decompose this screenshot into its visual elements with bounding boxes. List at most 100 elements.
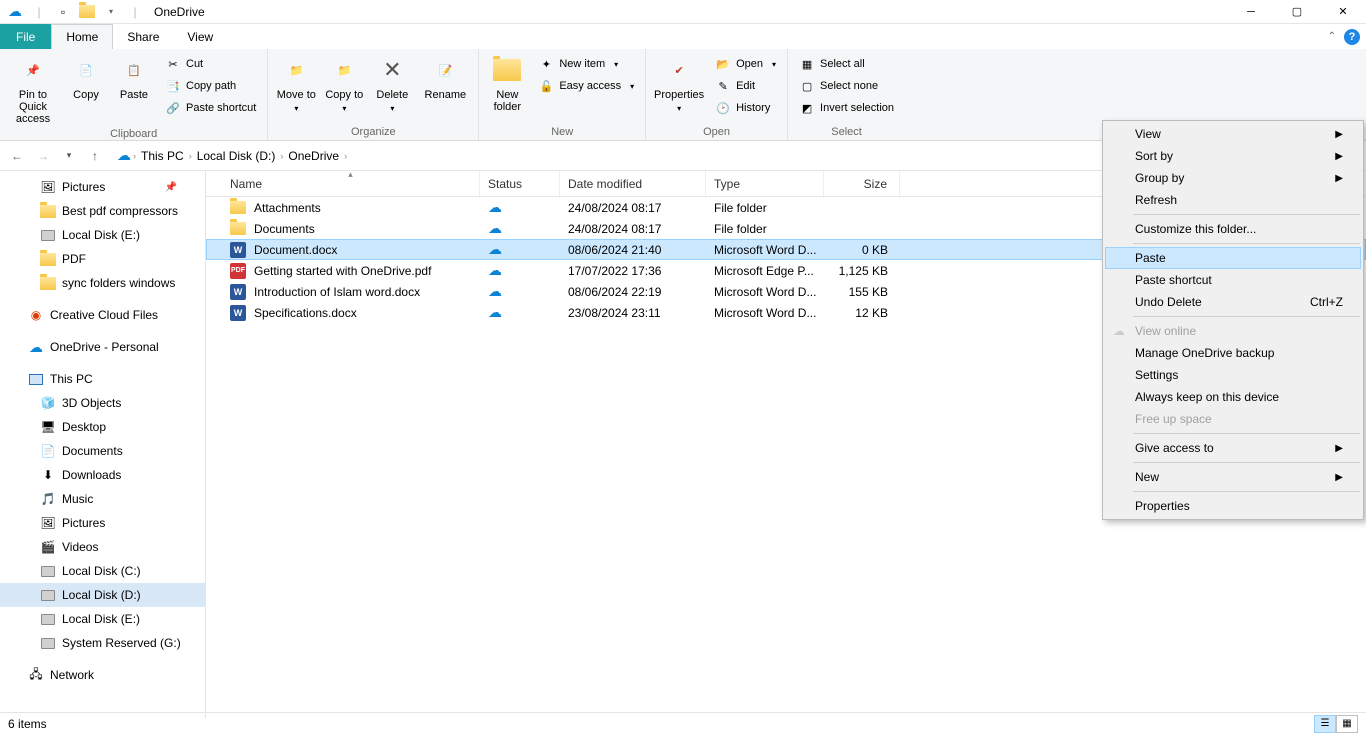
- maximize-button[interactable]: ▢: [1274, 0, 1320, 24]
- sidebar-item-pictures2[interactable]: 🖼Pictures: [0, 511, 205, 535]
- breadcrumb-thispc[interactable]: This PC: [138, 149, 187, 163]
- file-date: 08/06/2024 21:40: [560, 243, 706, 257]
- minimize-button[interactable]: ─: [1228, 0, 1274, 24]
- properties-button[interactable]: ✔Properties▾: [652, 51, 706, 116]
- qat-properties-icon[interactable]: ▫: [52, 1, 74, 23]
- sidebar-item-syncfolders[interactable]: sync folders windows: [0, 271, 205, 295]
- pin-quick-access-button[interactable]: 📌Pin to Quick access: [6, 51, 60, 128]
- ctx-undo-delete[interactable]: Undo DeleteCtrl+Z: [1105, 291, 1361, 313]
- forward-button[interactable]: →: [32, 145, 54, 167]
- sidebar-item-bestpdf[interactable]: Best pdf compressors: [0, 199, 205, 223]
- status-bar: 6 items ☰ ▦: [0, 712, 1366, 734]
- ctx-groupby[interactable]: Group by▶: [1105, 167, 1361, 189]
- sidebar-item-pdf[interactable]: PDF: [0, 247, 205, 271]
- file-name: Getting started with OneDrive.pdf: [254, 264, 431, 278]
- move-to-button[interactable]: 📁Move to▾: [274, 51, 318, 116]
- onedrive-icon: ☁: [117, 147, 131, 164]
- ctx-sortby[interactable]: Sort by▶: [1105, 145, 1361, 167]
- selectall-icon: ▦: [799, 56, 815, 72]
- breadcrumb-folder[interactable]: OneDrive: [285, 149, 342, 163]
- ctx-paste[interactable]: Paste: [1105, 247, 1361, 269]
- copy-path-button[interactable]: 📑Copy path: [160, 75, 261, 97]
- history-button[interactable]: 🕑History: [710, 97, 781, 119]
- sidebar-item-music[interactable]: 🎵Music: [0, 487, 205, 511]
- delete-button[interactable]: ✕Delete▾: [370, 51, 414, 116]
- ctx-always-keep[interactable]: Always keep on this device: [1105, 386, 1361, 408]
- ctx-refresh[interactable]: Refresh: [1105, 189, 1361, 211]
- copy-button[interactable]: 📄Copy: [64, 51, 108, 104]
- select-all-button[interactable]: ▦Select all: [794, 53, 899, 75]
- col-size[interactable]: Size: [824, 171, 900, 196]
- sidebar-item-drive-e[interactable]: Local Disk (E:): [0, 223, 205, 247]
- tab-file[interactable]: File: [0, 24, 51, 49]
- file-type: Microsoft Word D...: [706, 306, 824, 320]
- new-folder-button[interactable]: New folder: [485, 51, 529, 116]
- tab-home[interactable]: Home: [51, 24, 113, 49]
- cloud-status-icon: ☁: [488, 199, 502, 215]
- sidebar-item-network[interactable]: 🖧Network: [0, 663, 205, 687]
- sidebar-item-onedrive[interactable]: ☁OneDrive - Personal: [0, 335, 205, 359]
- open-button[interactable]: 📂Open▾: [710, 53, 781, 75]
- sidebar-item-thispc[interactable]: This PC: [0, 367, 205, 391]
- sidebar-item-downloads[interactable]: ⬇Downloads: [0, 463, 205, 487]
- up-button[interactable]: ↑: [84, 145, 106, 167]
- sidebar-item-desktop[interactable]: 🖥Desktop: [0, 415, 205, 439]
- select-none-button[interactable]: ▢Select none: [794, 75, 899, 97]
- group-label: New: [485, 126, 639, 139]
- cut-button[interactable]: ✂Cut: [160, 53, 261, 75]
- file-date: 24/08/2024 08:17: [560, 201, 706, 215]
- paste-button[interactable]: 📋Paste: [112, 51, 156, 104]
- ctx-new[interactable]: New▶: [1105, 466, 1361, 488]
- details-view-button[interactable]: ☰: [1314, 715, 1336, 733]
- help-icon[interactable]: ?: [1344, 29, 1360, 45]
- copy-to-button[interactable]: 📁Copy to▾: [322, 51, 366, 116]
- tab-share[interactable]: Share: [113, 24, 173, 49]
- breadcrumb-drive[interactable]: Local Disk (D:): [194, 149, 279, 163]
- sidebar-item-documents[interactable]: 📄Documents: [0, 439, 205, 463]
- invert-selection-button[interactable]: ◩Invert selection: [794, 97, 899, 119]
- sidebar-item-drive-e2[interactable]: Local Disk (E:): [0, 607, 205, 631]
- cloud-status-icon: ☁: [488, 304, 502, 320]
- rename-button[interactable]: 📝Rename: [418, 51, 472, 104]
- ctx-settings[interactable]: Settings: [1105, 364, 1361, 386]
- sidebar-item-videos[interactable]: 🎬Videos: [0, 535, 205, 559]
- file-date: 08/06/2024 22:19: [560, 285, 706, 299]
- group-label: Open: [652, 126, 781, 139]
- sidebar-item-sysres[interactable]: System Reserved (G:): [0, 631, 205, 655]
- paste-shortcut-button[interactable]: 🔗Paste shortcut: [160, 97, 261, 119]
- ribbon-collapse[interactable]: ⌃: [1328, 31, 1336, 42]
- ctx-view[interactable]: View▶: [1105, 123, 1361, 145]
- sidebar-item-ccfiles[interactable]: ◉Creative Cloud Files: [0, 303, 205, 327]
- ctx-give-access[interactable]: Give access to▶: [1105, 437, 1361, 459]
- new-item-button[interactable]: ✦New item▾: [533, 53, 639, 75]
- qat-dropdown[interactable]: ▾: [100, 1, 122, 23]
- close-button[interactable]: ✕: [1320, 0, 1366, 24]
- col-status[interactable]: Status: [480, 171, 560, 196]
- ctx-customize[interactable]: Customize this folder...: [1105, 218, 1361, 240]
- ctx-properties[interactable]: Properties: [1105, 495, 1361, 517]
- recent-locations-button[interactable]: ▾: [58, 145, 80, 167]
- sidebar-item-drive-d[interactable]: Local Disk (D:): [0, 583, 205, 607]
- thumbnails-view-button[interactable]: ▦: [1336, 715, 1358, 733]
- chevron-right-icon: ▶: [1335, 443, 1343, 454]
- ctx-manage-backup[interactable]: Manage OneDrive backup: [1105, 342, 1361, 364]
- qat-separator: |: [28, 1, 50, 23]
- sidebar-item-3dobjects[interactable]: 🧊3D Objects: [0, 391, 205, 415]
- easy-access-button[interactable]: 🔓Easy access▾: [533, 75, 639, 97]
- col-date[interactable]: Date modified: [560, 171, 706, 196]
- back-button[interactable]: ←: [6, 145, 28, 167]
- context-menu: View▶ Sort by▶ Group by▶ Refresh Customi…: [1102, 120, 1364, 520]
- tab-view[interactable]: View: [173, 24, 227, 49]
- word-icon: W: [230, 242, 246, 258]
- ctx-separator: [1133, 433, 1360, 434]
- col-name[interactable]: Name▴: [222, 171, 480, 196]
- desktop-icon: 🖥: [40, 419, 56, 435]
- col-type[interactable]: Type: [706, 171, 824, 196]
- ctx-paste-shortcut[interactable]: Paste shortcut: [1105, 269, 1361, 291]
- folder-icon: [230, 222, 246, 235]
- chevron-right-icon: ▶: [1335, 151, 1343, 162]
- edit-button[interactable]: ✎Edit: [710, 75, 781, 97]
- sidebar-item-drive-c[interactable]: Local Disk (C:): [0, 559, 205, 583]
- ribbon-tabs: File Home Share View ⌃ ?: [0, 24, 1366, 49]
- sidebar-item-pictures[interactable]: 🖼Pictures📌: [0, 175, 205, 199]
